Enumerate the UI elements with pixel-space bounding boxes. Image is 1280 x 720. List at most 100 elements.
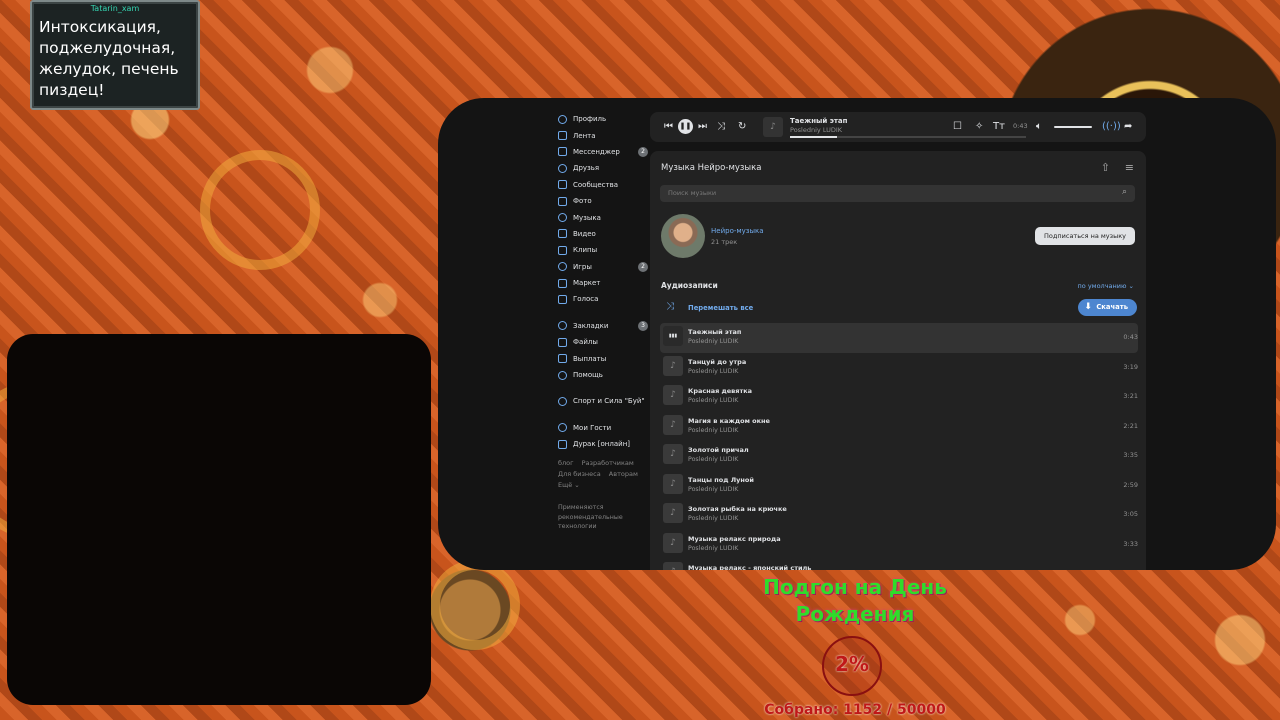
track-row[interactable]: ♪ Танцы под Луной Posledniy LUDIK 2:59 — [660, 471, 1138, 501]
video-icon — [558, 229, 567, 239]
screen-capture: Профиль Лента Мессенджер 2 Друзья Сообщества Ф… — [438, 98, 1276, 570]
track-row[interactable]: ♪ Музыка релакс - японский стиль — [660, 559, 1138, 570]
track-artist[interactable]: Posledniy LUDIK — [688, 545, 738, 552]
footer-link-more[interactable]: Ещё ⌄ — [558, 481, 580, 489]
music-note-icon[interactable]: ♪ — [663, 532, 683, 553]
shuffle-all-icon[interactable]: ⤨ — [666, 301, 674, 312]
pause-icon[interactable]: ❚❚ — [678, 119, 693, 134]
sidebar-item[interactable]: Игры 2 — [558, 259, 648, 275]
dislike-icon[interactable]: ☐ — [953, 120, 962, 134]
volume-icon[interactable]: 🔈︎ — [1036, 120, 1042, 134]
music-note-icon[interactable]: ♪ — [663, 385, 683, 405]
sidebar-item[interactable]: Закладки 3 — [558, 318, 648, 334]
track-row[interactable]: ♪ Танцуй до утра Posledniy LUDIK 3:19 — [660, 353, 1138, 383]
sidebar-item[interactable]: Клипы — [558, 242, 648, 258]
track-artist[interactable]: Posledniy LUDIK — [688, 486, 738, 493]
progress-bar[interactable] — [790, 136, 1026, 138]
player-track-title[interactable]: Таежный этап — [790, 117, 848, 125]
sidebar-item[interactable]: Спорт и Сила "Буй" — [558, 393, 648, 409]
sidebar-item[interactable]: Музыка — [558, 209, 648, 225]
footer-link-developers[interactable]: Разработчикам — [582, 459, 634, 467]
sparkle-icon[interactable]: ✧ — [975, 120, 983, 134]
volume-slider[interactable] — [1054, 126, 1092, 128]
track-artist[interactable]: Posledniy LUDIK — [688, 456, 738, 463]
music-note-icon[interactable]: ♪ — [663, 562, 683, 570]
track-duration: 3:35 — [1123, 451, 1138, 459]
track-row[interactable]: ♪ Красная девятка Posledniy LUDIK 3:21 — [660, 382, 1138, 412]
sidebar-item[interactable]: Друзья — [558, 160, 648, 176]
count-badge: 2 — [638, 146, 648, 157]
footer-link-blog[interactable]: блог — [558, 459, 574, 467]
shuffle-icon[interactable]: ⤨ — [717, 120, 725, 134]
sidebar-item[interactable]: Помощь — [558, 367, 648, 383]
music-note-icon[interactable]: ♪ — [663, 503, 683, 523]
shuffle-all-button[interactable]: Перемешать все — [688, 304, 753, 312]
sidebar-item-label: Файлы — [573, 338, 598, 347]
track-artist[interactable]: Posledniy LUDIK — [688, 338, 738, 345]
sidebar-item[interactable]: Видео — [558, 226, 648, 242]
music-note-icon[interactable]: ♪ — [663, 473, 683, 494]
goal-title: Подгон на День Рождения — [763, 575, 947, 626]
track-row[interactable]: ♪ Музыка релакс природа Posledniy LUDIK 3:3… — [660, 530, 1138, 560]
search-placeholder: Поиск музыки — [668, 189, 717, 197]
track-artist[interactable]: Posledniy LUDIK — [688, 368, 738, 375]
track-title: Золотая рыбка на крючке — [688, 505, 787, 513]
track-row[interactable]: ♪ Магия в каждом окне Posledniy LUDIK 2:21 — [660, 412, 1138, 442]
sidebar-item[interactable]: Мессенджер 2 — [558, 144, 648, 160]
next-icon[interactable]: ⏭ — [698, 120, 707, 134]
share-icon[interactable]: ➦ — [1124, 120, 1132, 134]
track-duration: 3:33 — [1123, 539, 1138, 548]
sort-dropdown[interactable]: по умолчанию ⌄ — [1078, 282, 1134, 290]
download-button[interactable]: ⬇ Скачать — [1078, 299, 1137, 316]
sidebar-item[interactable]: Маркет — [558, 275, 648, 291]
sidebar-item[interactable]: Мои Гости — [558, 420, 648, 436]
sidebar-item[interactable]: Дурак [онлайн] — [558, 436, 648, 452]
lyrics-icon[interactable]: Tт — [993, 120, 1005, 134]
track-title: Таежный этап — [688, 328, 742, 336]
footer-link-business[interactable]: Для бизнеса — [558, 470, 601, 478]
track-row[interactable]: ▮▮▮ Таежный этап Posledniy LUDIK 0:43 — [660, 323, 1138, 353]
progress-fill — [790, 136, 838, 138]
game-icon — [558, 439, 567, 449]
player-track-artist[interactable]: Posledniy LUDIK — [790, 126, 842, 134]
sidebar-item[interactable]: Голоса — [558, 291, 648, 307]
sidebar-item-label: Мои Гости — [573, 423, 612, 432]
audio-player: ⏮ ❚❚ ⏭ ⤨ ↻ ♪ Таежный этап Posledniy LUDI… — [650, 112, 1146, 142]
sidebar-item-label: Сообщества — [573, 180, 619, 189]
sidebar-item[interactable]: Фото — [558, 193, 648, 209]
sidebar-item[interactable]: Выплаты — [558, 350, 648, 366]
sidebar-item-label: Закладки — [573, 321, 609, 330]
track-artist[interactable]: Posledniy LUDIK — [688, 515, 738, 522]
avatar[interactable] — [661, 214, 705, 258]
track-duration: 3:21 — [1123, 392, 1138, 400]
track-artist[interactable]: Posledniy LUDIK — [688, 427, 738, 434]
track-list: ▮▮▮ Таежный этап Posledniy LUDIK 0:43 ♪ Танцу… — [660, 323, 1138, 570]
track-title: Золотой причал — [688, 446, 749, 454]
background-decor — [200, 150, 320, 270]
search-icon[interactable]: ⌕ — [1122, 187, 1127, 197]
sidebar-item[interactable]: Сообщества — [558, 177, 648, 193]
track-artist[interactable]: Posledniy LUDIK — [688, 397, 738, 404]
sidebar-item[interactable]: Профиль — [558, 111, 648, 127]
track-duration: 0:43 — [1123, 333, 1138, 341]
sidebar-item[interactable]: Файлы — [558, 334, 648, 350]
subscribe-button[interactable]: Подписаться на музыку — [1035, 227, 1135, 245]
repeat-icon[interactable]: ↻ — [738, 120, 746, 134]
playlist-add-icon[interactable]: ≡ — [1125, 161, 1134, 174]
broadcast-icon[interactable]: ((·)) — [1102, 120, 1121, 134]
music-note-icon[interactable]: ♪ — [663, 414, 683, 435]
search-input[interactable]: Поиск музыки ⌕ — [660, 185, 1135, 202]
playing-icon[interactable]: ▮▮▮ — [663, 326, 683, 346]
sidebar-item-label: Лента — [573, 131, 596, 140]
track-row[interactable]: ♪ Золотая рыбка на крючке Posledniy LUDIK 3… — [660, 500, 1138, 530]
track-row[interactable]: ♪ Золотой причал Posledniy LUDIK 3:35 — [660, 441, 1138, 471]
sidebar-item-label: Видео — [573, 229, 596, 238]
owner-name[interactable]: Нейро-музыка — [711, 227, 764, 235]
friends-icon — [558, 163, 567, 173]
sidebar-item[interactable]: Лента — [558, 127, 648, 143]
upload-icon[interactable]: ⇧ — [1101, 161, 1110, 174]
music-note-icon[interactable]: ♪ — [663, 355, 683, 376]
footer-link-authors[interactable]: Авторам — [609, 470, 638, 478]
previous-icon[interactable]: ⏮ — [664, 120, 673, 134]
music-note-icon[interactable]: ♪ — [663, 444, 683, 464]
